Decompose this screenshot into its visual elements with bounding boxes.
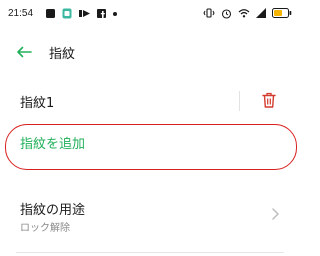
delete-fingerprint-button[interactable] [258, 89, 280, 111]
page-title: 指紋 [49, 47, 76, 62]
facebook-icon [97, 9, 106, 18]
clipboard-icon [62, 8, 72, 19]
system-icons [203, 7, 292, 19]
title-bar: 指紋 [0, 34, 300, 70]
dot-icon [113, 11, 117, 16]
wifi-icon [238, 8, 250, 18]
vibrate-icon [203, 8, 215, 18]
status-time: 21:54 [8, 8, 34, 19]
signal-icon [256, 8, 266, 18]
usage-subtitle: ロック解除 [20, 223, 70, 234]
media-icon [79, 9, 90, 18]
arrow-left-icon [16, 46, 32, 58]
back-button[interactable] [12, 40, 36, 64]
notification-icons [46, 8, 117, 19]
usage-title: 指紋の用途 [20, 203, 86, 218]
trash-icon [262, 92, 276, 108]
battery-icon [272, 8, 292, 18]
chevron-right-icon [270, 207, 280, 221]
status-bar: 21:54 [0, 0, 300, 26]
square-notification-icon [46, 9, 55, 18]
fingerprint-item[interactable]: 指紋1 [0, 82, 300, 118]
fingerprint-usage-item[interactable]: 指紋の用途 ロック解除 [0, 194, 300, 240]
divider [16, 252, 284, 253]
alarm-icon [221, 8, 232, 19]
add-fingerprint-button[interactable]: 指紋を追加 [20, 133, 85, 152]
divider [239, 91, 240, 111]
fingerprint-name: 指紋1 [20, 96, 55, 111]
